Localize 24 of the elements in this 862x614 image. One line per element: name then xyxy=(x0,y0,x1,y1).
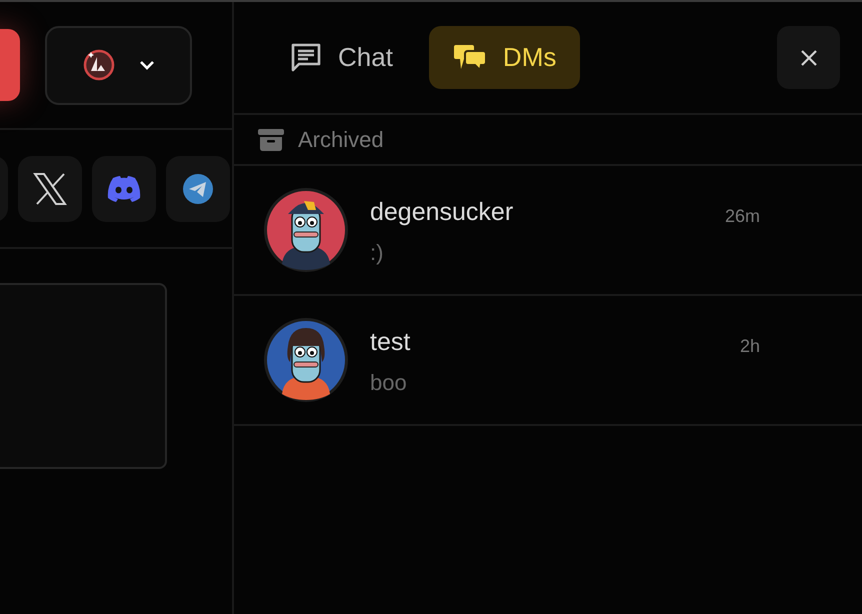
x-logo-button[interactable] xyxy=(18,156,82,222)
tab[interactable]: Chat xyxy=(284,26,399,89)
discord-logo-icon xyxy=(106,175,142,203)
conversation-row[interactable]: test boo 2h xyxy=(234,296,862,426)
message-time: 26m xyxy=(724,205,760,228)
discord-logo-button[interactable] xyxy=(92,156,156,222)
message-preview: :) xyxy=(370,239,384,267)
close-button[interactable] xyxy=(777,26,840,89)
x-logo-icon xyxy=(33,173,67,205)
tab[interactable]: DMs xyxy=(428,26,580,89)
conversation-row[interactable]: degensucker :) 26m xyxy=(234,166,862,296)
telegram-logo-icon xyxy=(182,173,214,205)
telegram-logo-button[interactable] xyxy=(166,156,230,222)
archive-box-icon xyxy=(258,128,284,150)
contact-name: test xyxy=(370,327,412,358)
network-selector[interactable] xyxy=(45,26,192,104)
close-icon xyxy=(800,48,818,66)
message-preview: boo xyxy=(370,369,408,397)
chat-icon xyxy=(290,42,322,72)
archived-link[interactable]: Archived xyxy=(298,123,384,156)
contact-name: degensucker xyxy=(370,197,514,228)
token-icon xyxy=(82,49,114,81)
chevron-icon xyxy=(138,59,154,71)
message-time: 2h xyxy=(740,335,760,358)
